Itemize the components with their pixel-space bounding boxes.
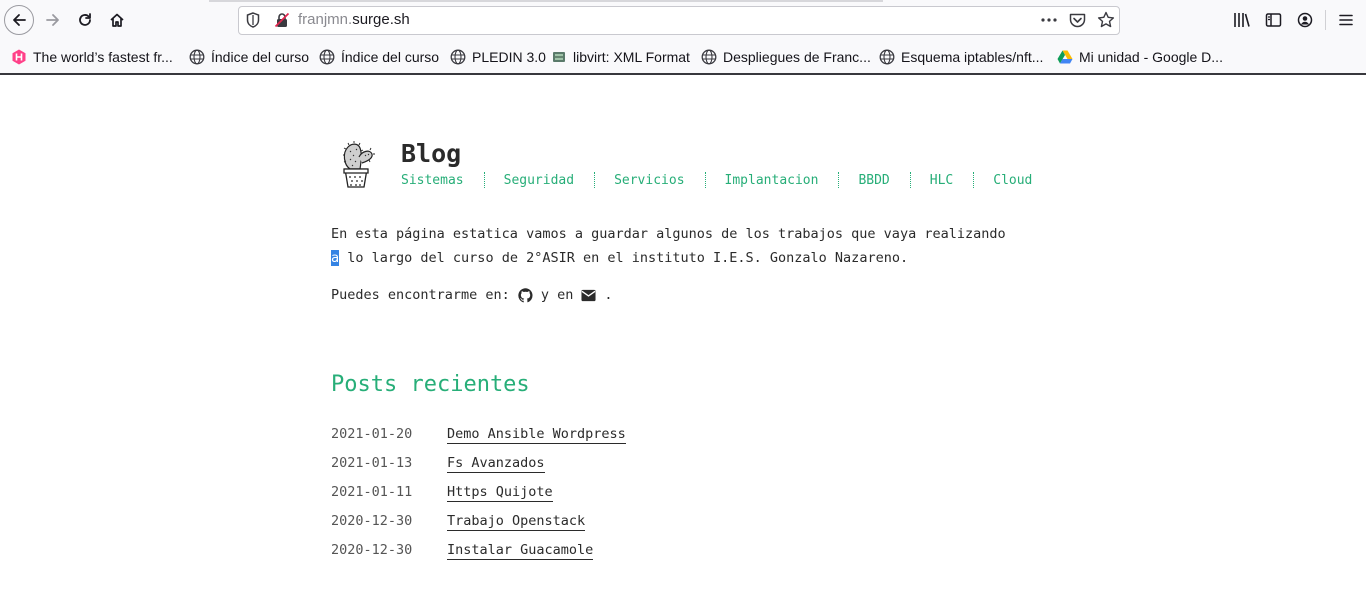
post-date: 2020-12-30 <box>331 542 413 558</box>
post-link[interactable]: Fs Avanzados <box>447 455 545 473</box>
back-button[interactable] <box>4 5 34 35</box>
account-icon[interactable] <box>1297 12 1313 32</box>
post-date: 2021-01-11 <box>331 484 413 500</box>
contact-suffix: . <box>604 287 613 303</box>
nav-separator <box>483 172 485 188</box>
github-icon[interactable] <box>518 287 533 303</box>
back-arrow-icon <box>11 12 27 28</box>
bookmark-item[interactable]: Índice del curso <box>319 47 439 67</box>
nav-separator <box>838 172 840 188</box>
bookmark-label: Esquema iptables/nft... <box>901 49 1044 65</box>
nav-implantacion[interactable]: Implantacion <box>725 173 819 188</box>
post-link[interactable]: Https Quijote <box>447 484 553 502</box>
bookmark-label: Despliegues de Franc... <box>723 49 871 65</box>
nav-separator <box>594 172 596 188</box>
library-icon[interactable] <box>1233 12 1251 32</box>
main-nav: Sistemas Seguridad Servicios Implantacio… <box>401 171 1032 189</box>
globe-icon <box>319 49 335 65</box>
envelope-icon[interactable] <box>581 289 596 302</box>
post-date: 2021-01-13 <box>331 455 413 471</box>
site-title[interactable]: Blog <box>401 139 461 168</box>
post-link[interactable]: Trabajo Openstack <box>447 513 586 531</box>
url-prefix: franjmn. <box>298 11 353 28</box>
bookmark-label: libvirt: XML Format <box>573 49 690 65</box>
url-domain: surge.sh <box>352 11 410 28</box>
google-drive-icon <box>1057 49 1073 65</box>
toolbar-divider <box>1325 10 1326 30</box>
hugo-icon <box>11 49 27 65</box>
bookmark-item[interactable]: The world’s fastest fr... <box>11 47 173 67</box>
hamburger-menu-icon[interactable] <box>1338 12 1354 32</box>
posts-heading: Posts recientes <box>331 372 530 397</box>
bookmark-label: Índice del curso <box>211 49 310 65</box>
bookmark-label: PLEDIN 3.0 <box>472 49 546 65</box>
star-icon[interactable] <box>1097 11 1115 33</box>
pocket-icon[interactable] <box>1069 12 1086 32</box>
forward-button[interactable] <box>38 5 68 35</box>
bookmarks-bar: The world’s fastest fr... Índice del cur… <box>0 41 1366 73</box>
nav-servicios[interactable]: Servicios <box>614 173 684 188</box>
nav-cloud[interactable]: Cloud <box>993 173 1032 188</box>
intro-line-1: En esta página estatica vamos a guardar … <box>331 226 1006 242</box>
bookmark-label: Mi unidad - Google D... <box>1079 49 1223 65</box>
shield-icon[interactable] <box>246 12 260 32</box>
reload-button[interactable] <box>70 5 100 35</box>
bookmark-label: The world’s fastest fr... <box>33 49 173 65</box>
home-button[interactable] <box>102 5 132 35</box>
bookmark-item[interactable]: libvirt: XML Format <box>551 47 690 67</box>
home-icon <box>109 12 125 28</box>
bookmark-label: Índice del curso <box>341 49 440 65</box>
nav-seguridad[interactable]: Seguridad <box>504 173 574 188</box>
post-date: 2020-12-30 <box>331 513 413 529</box>
contact-prefix: Puedes encontrarme en: <box>331 287 510 303</box>
sidebar-icon[interactable] <box>1265 12 1282 32</box>
chrome-bottom-border <box>0 73 1366 75</box>
globe-icon <box>879 49 895 65</box>
post-link[interactable]: Instalar Guacamole <box>447 542 594 560</box>
libvirt-icon <box>551 49 567 65</box>
post-date: 2021-01-20 <box>331 426 413 442</box>
cactus-logo[interactable] <box>340 139 376 189</box>
intro-line-2: a lo largo del curso de 2°ASIR en el ins… <box>331 246 1051 270</box>
more-dots-icon[interactable] <box>1040 12 1058 32</box>
intro-paragraph: En esta página estatica vamos a guardar … <box>331 222 1051 270</box>
insecure-lock-icon[interactable] <box>274 12 290 32</box>
globe-icon <box>450 49 466 65</box>
nav-separator <box>909 172 911 188</box>
post-link[interactable]: Demo Ansible Wordpress <box>447 426 626 444</box>
bookmark-item[interactable]: PLEDIN 3.0 <box>450 47 546 67</box>
contact-middle: y en <box>540 287 574 303</box>
nav-separator <box>973 172 975 188</box>
url-text[interactable]: franjmn.surge.sh <box>298 11 410 28</box>
selected-text: a <box>331 250 340 266</box>
bookmark-item[interactable]: Índice del curso <box>189 47 309 67</box>
tab-indicator-line <box>209 0 883 2</box>
contact-line: Puedes encontrarme en: y en . <box>331 285 612 305</box>
nav-hlc[interactable]: HLC <box>930 173 953 188</box>
nav-sistemas[interactable]: Sistemas <box>401 173 464 188</box>
nav-bbdd[interactable]: BBDD <box>858 173 889 188</box>
nav-separator <box>704 172 706 188</box>
globe-icon <box>701 49 717 65</box>
bookmark-item[interactable]: Mi unidad - Google D... <box>1057 47 1223 67</box>
bookmark-item[interactable]: Esquema iptables/nft... <box>879 47 1043 67</box>
bookmark-item[interactable]: Despliegues de Franc... <box>701 47 871 67</box>
reload-icon <box>77 12 93 28</box>
intro-line-2-text: lo largo del curso de 2°ASIR en el insti… <box>339 250 909 266</box>
forward-arrow-icon <box>45 12 61 28</box>
browser-toolbar: franjmn.surge.sh <box>0 0 1366 41</box>
globe-icon <box>189 49 205 65</box>
